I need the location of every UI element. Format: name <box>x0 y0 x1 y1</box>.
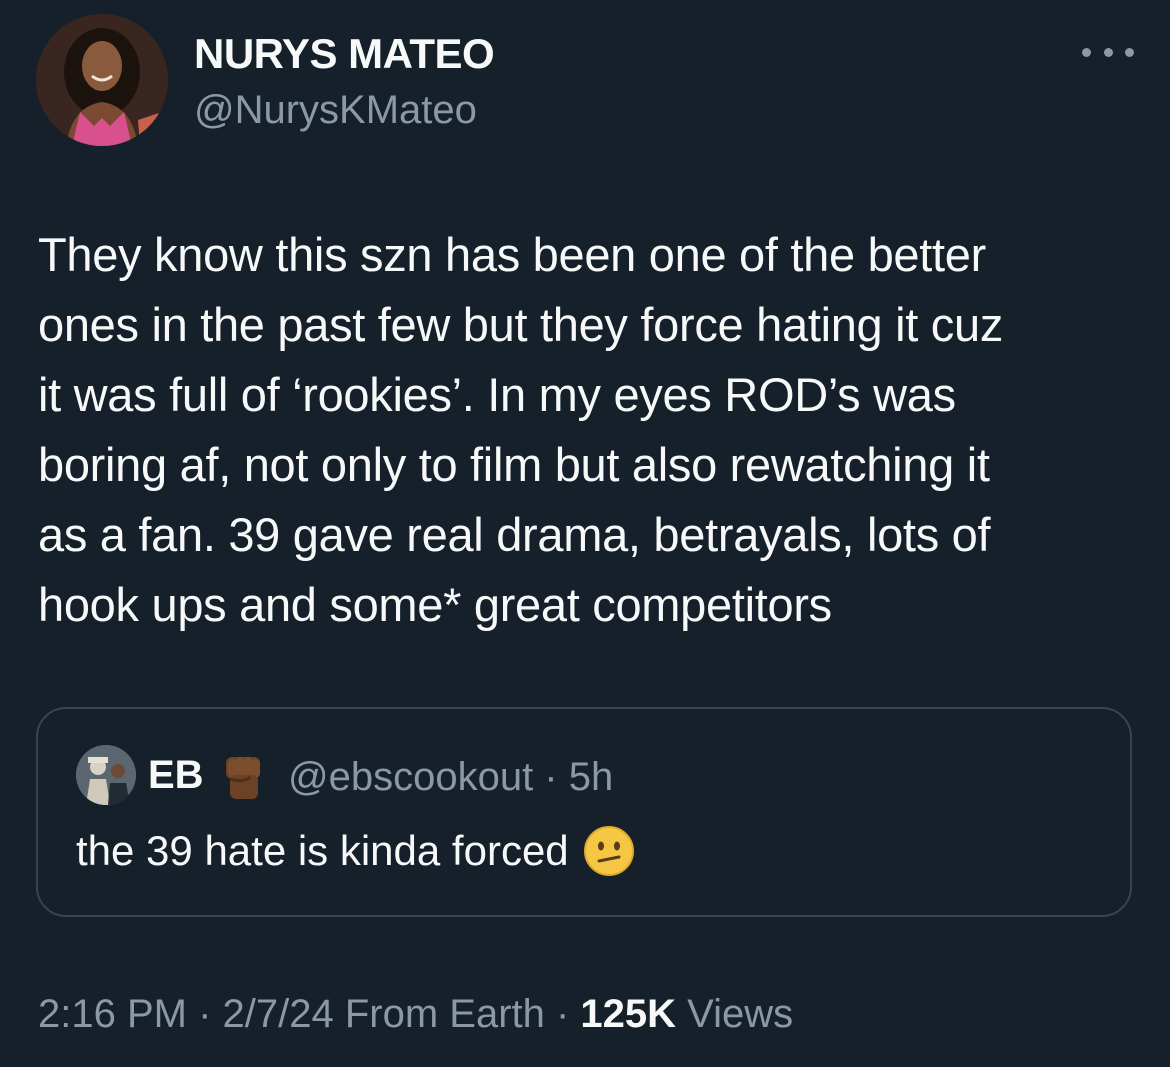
quoted-author-avatar[interactable] <box>76 745 136 805</box>
confused-face-emoji-icon <box>583 825 635 877</box>
dot <box>1082 47 1091 57</box>
more-options-icon[interactable] <box>1082 40 1134 64</box>
raised-fist-emoji-icon <box>216 749 270 803</box>
tweet-meta: 2:16 PM · 2/7/24 From Earth · 125K Views <box>38 992 793 1037</box>
quoted-display-name[interactable]: EB <box>148 753 204 798</box>
tweet-card: NURYS MATEO @NurysKMateo They know this … <box>0 0 1170 1067</box>
dot <box>1125 47 1134 57</box>
author-handle[interactable]: @NurysKMateo <box>194 88 477 133</box>
timestamp[interactable]: 2:16 PM · 2/7/24 From Earth · <box>38 992 580 1036</box>
tweet-text: They know this szn has been one of the b… <box>38 228 1004 631</box>
quoted-handle-time[interactable]: @ebscookout · 5h <box>288 755 613 800</box>
quoted-tweet[interactable]: EB @ebscookout · 5h the 39 hate is kinda… <box>36 707 1132 917</box>
author-display-name[interactable]: NURYS MATEO <box>194 30 495 78</box>
quoted-tweet-text: the 39 hate is kinda forced <box>76 827 569 874</box>
quoted-tweet-text-line: the 39 hate is kinda forced <box>76 825 635 877</box>
views-count: 125K <box>580 992 677 1036</box>
views-label: Views <box>676 992 794 1036</box>
profile-photo-icon <box>36 14 168 146</box>
author-avatar[interactable] <box>36 14 168 146</box>
dot <box>1103 47 1113 57</box>
quoted-profile-photo-icon <box>76 745 136 805</box>
